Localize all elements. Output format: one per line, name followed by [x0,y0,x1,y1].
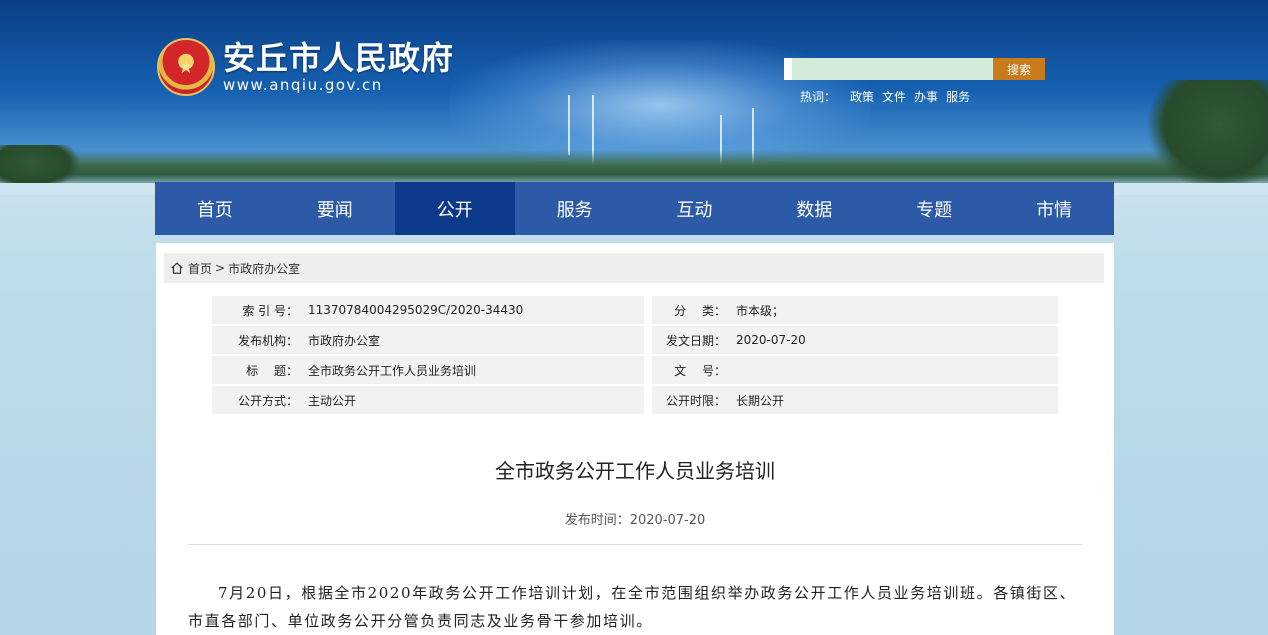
nav-item-data[interactable]: 数据 [754,182,874,235]
meta-value: 主动公开 [306,386,644,414]
main-nav: 首页 要闻 公开 服务 互动 数据 专题 市情 [155,182,1114,235]
logo-text: 安丘市人民政府 www.anqiu.gov.cn [223,40,454,94]
site-title: 安丘市人民政府 [223,39,455,77]
meta-key: 公开时限： [652,386,734,414]
meta-key: 分 类： [652,296,734,324]
hotwords-label: 热词： [800,90,837,104]
meta-key: 标 题： [212,356,306,384]
meta-value: 市本级； [734,296,1058,324]
meta-key: 公开方式： [212,386,306,414]
table-row: 发布机构： 市政府办公室 发文日期： 2020-07-20 [212,326,1058,354]
header-banner [0,0,1268,195]
nav-item-news[interactable]: 要闻 [275,182,395,235]
site-url: www.anqiu.gov.cn [223,76,383,94]
meta-key: 发布机构： [212,326,306,354]
treeline [0,150,1268,185]
table-row: 公开方式： 主动公开 公开时限： 长期公开 [212,386,1058,414]
search-input[interactable] [784,58,993,80]
breadcrumb-home[interactable]: 首页 [188,260,212,277]
table-row: 标 题： 全市政务公开工作人员业务培训 文 号： [212,356,1058,384]
hotword-link[interactable]: 政策 [850,88,874,105]
meta-value [734,356,1058,384]
meta-value: 2020-07-20 [734,326,1058,354]
divider [188,544,1082,545]
bridge-tower [568,95,570,155]
nav-item-services[interactable]: 服务 [515,182,635,235]
table-row: 索 引 号： 11370784004295029C/2020-34430 分 类… [212,296,1058,324]
search-bar: 搜索 [784,58,1045,80]
breadcrumb: 首页 > 市政府办公室 [164,253,1104,283]
nav-item-home[interactable]: 首页 [155,182,275,235]
hotword-link[interactable]: 服务 [946,88,970,105]
meta-value: 市政府办公室 [306,326,644,354]
meta-key: 索 引 号： [212,296,306,324]
meta-key: 文 号： [652,356,734,384]
hotwords: 热词： 政策 文件 办事 服务 [800,88,970,105]
document-metadata-table: 索 引 号： 11370784004295029C/2020-34430 分 类… [212,294,1058,416]
nav-item-city-info[interactable]: 市情 [994,182,1114,235]
meta-value: 长期公开 [734,386,1058,414]
article-body: 7月20日，根据全市2020年政务公开工作培训计划，在全市范围组织举办政务公开工… [188,584,1077,630]
hotword-link[interactable]: 办事 [914,88,938,105]
search-button[interactable]: 搜索 [993,58,1045,80]
home-icon [171,262,183,274]
publish-time: 发布时间：2020-07-20 [564,513,706,528]
tree-right [1148,80,1268,190]
nav-item-topics[interactable]: 专题 [874,182,994,235]
breadcrumb-current[interactable]: 市政府办公室 [228,260,300,277]
meta-value: 11370784004295029C/2020-34430 [306,296,644,324]
article-title: 全市政务公开工作人员业务培训 [495,459,775,483]
hotword-link[interactable]: 文件 [882,88,906,105]
breadcrumb-separator: > [215,261,226,275]
content-card: 首页 > 市政府办公室 索 引 号： 11370784004295029C/20… [156,243,1114,635]
nav-item-disclosure[interactable]: 公开 [394,182,515,235]
national-emblem-icon: ★ [157,38,215,96]
site-logo[interactable]: ★ 安丘市人民政府 www.anqiu.gov.cn [157,38,454,96]
meta-value: 全市政务公开工作人员业务培训 [306,356,644,384]
nav-item-interaction[interactable]: 互动 [635,182,755,235]
meta-key: 发文日期： [652,326,734,354]
